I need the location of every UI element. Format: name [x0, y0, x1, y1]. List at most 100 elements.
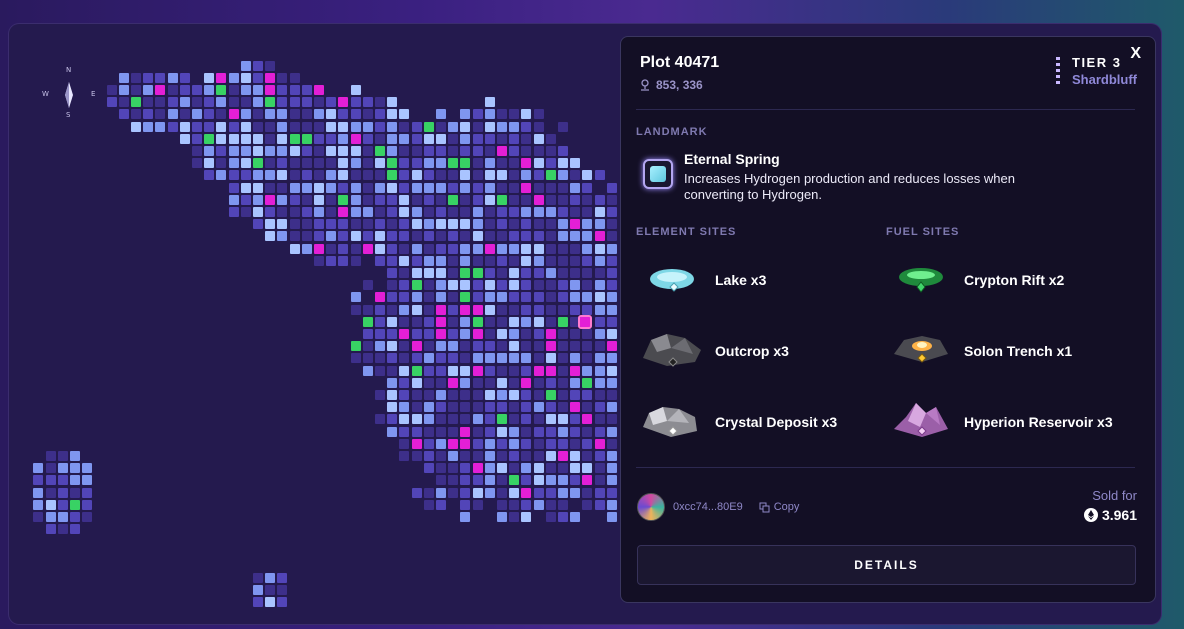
map-tile[interactable] [484, 341, 495, 352]
map-tile[interactable] [436, 463, 446, 474]
map-tile[interactable] [375, 121, 385, 132]
map-tile[interactable] [277, 72, 288, 83]
map-tile[interactable] [338, 194, 349, 205]
map-tile[interactable] [521, 109, 532, 120]
map-tile[interactable] [350, 121, 361, 132]
map-tile[interactable] [45, 487, 56, 498]
map-tile[interactable] [472, 194, 483, 205]
map-tile[interactable] [375, 316, 385, 327]
map-tile[interactable] [253, 585, 263, 596]
map-tile[interactable] [497, 146, 507, 156]
map-tile[interactable] [509, 438, 520, 449]
map-tile[interactable] [350, 243, 361, 254]
map-tile[interactable] [497, 402, 507, 413]
map-tile[interactable] [545, 487, 556, 498]
map-tile[interactable] [57, 524, 68, 535]
map-tile[interactable] [106, 85, 117, 95]
map-tile[interactable] [606, 255, 617, 266]
map-tile[interactable] [131, 85, 141, 95]
map-tile[interactable] [484, 402, 495, 413]
map-tile[interactable] [362, 219, 373, 230]
map-tile[interactable] [545, 451, 556, 461]
map-tile[interactable] [423, 304, 434, 315]
map-tile[interactable] [497, 255, 507, 266]
map-tile[interactable] [460, 109, 471, 120]
map-tile[interactable] [399, 133, 410, 144]
map-tile[interactable] [399, 182, 410, 193]
map-tile[interactable] [533, 280, 544, 291]
map-tile[interactable] [606, 463, 617, 474]
map-tile[interactable] [265, 133, 276, 144]
map-tile[interactable] [570, 304, 581, 315]
map-tile[interactable] [436, 133, 446, 144]
map-tile[interactable] [545, 255, 556, 266]
map-tile[interactable] [57, 475, 68, 486]
map-tile[interactable] [338, 97, 349, 108]
map-tile[interactable] [509, 268, 520, 278]
map-tile[interactable] [45, 499, 56, 510]
map-tile[interactable] [484, 292, 495, 303]
map-tile[interactable] [533, 499, 544, 510]
map-tile[interactable] [545, 463, 556, 474]
map-tile[interactable] [423, 377, 434, 388]
map-tile[interactable] [594, 365, 605, 376]
map-tile[interactable] [33, 475, 44, 486]
map-tile[interactable] [167, 72, 178, 83]
map-tile[interactable] [33, 499, 44, 510]
map-tile[interactable] [350, 207, 361, 217]
map-tile[interactable] [521, 158, 532, 169]
map-tile[interactable] [521, 438, 532, 449]
map-tile[interactable] [484, 97, 495, 108]
map-tile[interactable] [362, 146, 373, 156]
map-tile[interactable] [582, 304, 593, 315]
map-tile[interactable] [33, 487, 44, 498]
map-tile[interactable] [179, 109, 190, 120]
map-tile[interactable] [240, 97, 251, 108]
map-tile[interactable] [570, 426, 581, 437]
map-tile[interactable] [472, 414, 483, 425]
map-tile[interactable] [484, 365, 495, 376]
map-tile[interactable] [521, 170, 532, 181]
map-tile[interactable] [460, 170, 471, 181]
map-tile[interactable] [472, 158, 483, 169]
map-tile[interactable] [472, 182, 483, 193]
map-tile[interactable] [497, 231, 507, 242]
map-tile[interactable] [448, 158, 459, 169]
map-tile[interactable] [484, 194, 495, 205]
map-tile[interactable] [558, 280, 568, 291]
map-tile[interactable] [606, 402, 617, 413]
map-tile[interactable] [509, 512, 520, 522]
map-tile[interactable] [484, 170, 495, 181]
map-tile[interactable] [545, 341, 556, 352]
map-tile[interactable] [436, 255, 446, 266]
map-tile[interactable] [606, 487, 617, 498]
map-tile[interactable] [484, 426, 495, 437]
map-tile[interactable] [582, 280, 593, 291]
map-tile[interactable] [301, 219, 312, 230]
map-tile[interactable] [265, 109, 276, 120]
map-tile[interactable] [521, 316, 532, 327]
map-tile[interactable] [521, 194, 532, 205]
map-tile[interactable] [301, 182, 312, 193]
map-tile[interactable] [253, 97, 263, 108]
map-tile[interactable] [533, 341, 544, 352]
map-tile[interactable] [411, 353, 422, 364]
map-tile[interactable] [399, 109, 410, 120]
map-tile[interactable] [411, 316, 422, 327]
map-tile[interactable] [582, 390, 593, 400]
map-tile[interactable] [436, 414, 446, 425]
map-tile[interactable] [436, 182, 446, 193]
map-tile[interactable] [118, 72, 129, 83]
map-tile[interactable] [228, 182, 239, 193]
map-tile[interactable] [204, 97, 215, 108]
map-tile[interactable] [545, 182, 556, 193]
map-tile[interactable] [460, 499, 471, 510]
map-tile[interactable] [582, 243, 593, 254]
map-tile[interactable] [411, 402, 422, 413]
map-tile[interactable] [472, 499, 483, 510]
map-tile[interactable] [70, 524, 80, 535]
map-tile[interactable] [350, 146, 361, 156]
map-tile[interactable] [192, 146, 202, 156]
map-tile[interactable] [472, 280, 483, 291]
map-tile[interactable] [423, 146, 434, 156]
